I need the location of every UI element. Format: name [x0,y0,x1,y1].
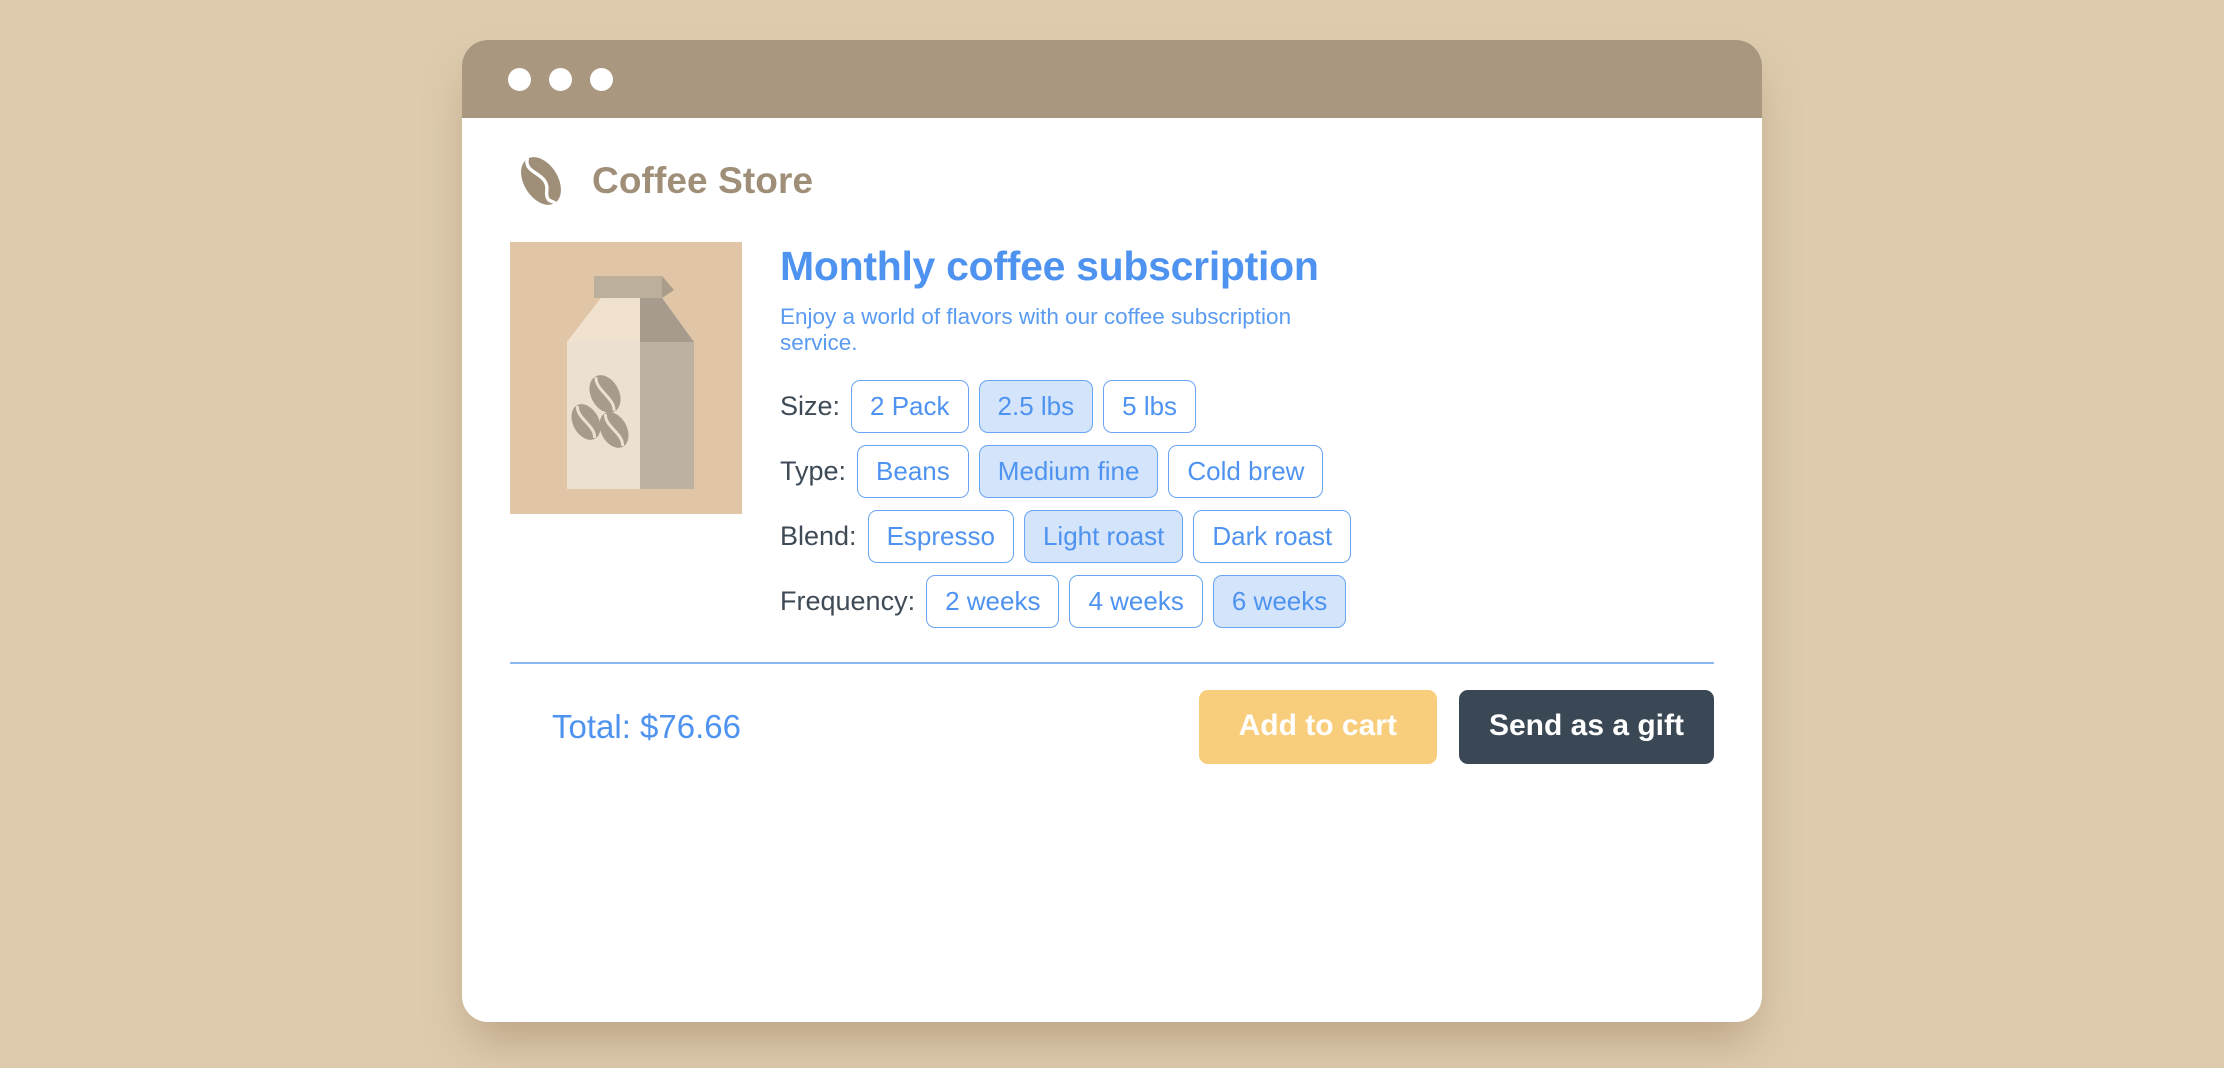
option-type-cold-brew[interactable]: Cold brew [1168,445,1324,499]
footer-bar: Total: $76.66 Add to cart Send as a gift [510,690,1714,765]
option-blend-dark-roast[interactable]: Dark roast [1193,510,1352,564]
product-description: Enjoy a world of flavors with our coffee… [780,304,1292,356]
send-as-gift-button[interactable]: Send as a gift [1458,690,1714,765]
option-label-blend: Blend: [780,521,857,552]
option-blend-espresso[interactable]: Espresso [867,510,1014,564]
cta-button-group: Add to cart Send as a gift [1198,690,1714,765]
option-buttons-frequency: 2 weeks 4 weeks 6 weeks [926,575,1347,629]
option-frequency-2-weeks[interactable]: 2 weeks [926,575,1060,629]
option-label-type: Type: [780,456,847,487]
page-root: Coffee Store Monthly coffee subscription… [0,0,2224,1068]
total-price: Total: $76.66 [552,708,741,746]
product-details: Monthly coffee subscription Enjoy a worl… [780,242,1714,629]
option-blend-light-roast[interactable]: Light roast [1023,510,1184,564]
option-type-medium-fine[interactable]: Medium fine [978,445,1159,499]
brand-name: Coffee Store [592,160,814,201]
option-frequency-6-weeks[interactable]: 6 weeks [1212,575,1347,629]
option-groups: Size: 2 Pack 2.5 lbs 5 lbs Type: Beans M… [780,380,1714,629]
minimize-dot-icon[interactable] [549,67,572,91]
option-frequency-4-weeks[interactable]: 4 weeks [1069,575,1203,629]
option-label-size: Size: [780,391,841,422]
maximize-dot-icon[interactable] [590,67,613,91]
window-titlebar [462,40,1762,118]
option-buttons-blend: Espresso Light roast Dark roast [867,510,1352,564]
option-row-frequency: Frequency: 2 weeks 4 weeks 6 weeks [780,575,1714,629]
option-buttons-size: 2 Pack 2.5 lbs 5 lbs [851,380,1197,434]
coffee-carton-illustration [510,242,742,514]
browser-window-card: Coffee Store Monthly coffee subscription… [462,40,1762,1022]
product-title: Monthly coffee subscription [780,243,1319,289]
window-content: Coffee Store Monthly coffee subscription… [462,118,1762,1022]
footer-divider [510,662,1714,665]
option-size-5-lbs[interactable]: 5 lbs [1103,380,1197,434]
option-size-2-pack[interactable]: 2 Pack [851,380,969,434]
brand-header: Coffee Store [512,152,1714,210]
option-size-2-5-lbs[interactable]: 2.5 lbs [978,380,1094,434]
option-label-frequency: Frequency: [780,586,916,617]
add-to-cart-button[interactable]: Add to cart [1198,690,1437,765]
option-buttons-type: Beans Medium fine Cold brew [857,445,1324,499]
close-dot-icon[interactable] [508,67,531,91]
option-row-size: Size: 2 Pack 2.5 lbs 5 lbs [780,380,1714,434]
coffee-bean-icon [512,152,570,210]
option-type-beans[interactable]: Beans [857,445,969,499]
option-row-blend: Blend: Espresso Light roast Dark roast [780,510,1714,564]
product-section: Monthly coffee subscription Enjoy a worl… [510,242,1714,629]
option-row-type: Type: Beans Medium fine Cold brew [780,445,1714,499]
